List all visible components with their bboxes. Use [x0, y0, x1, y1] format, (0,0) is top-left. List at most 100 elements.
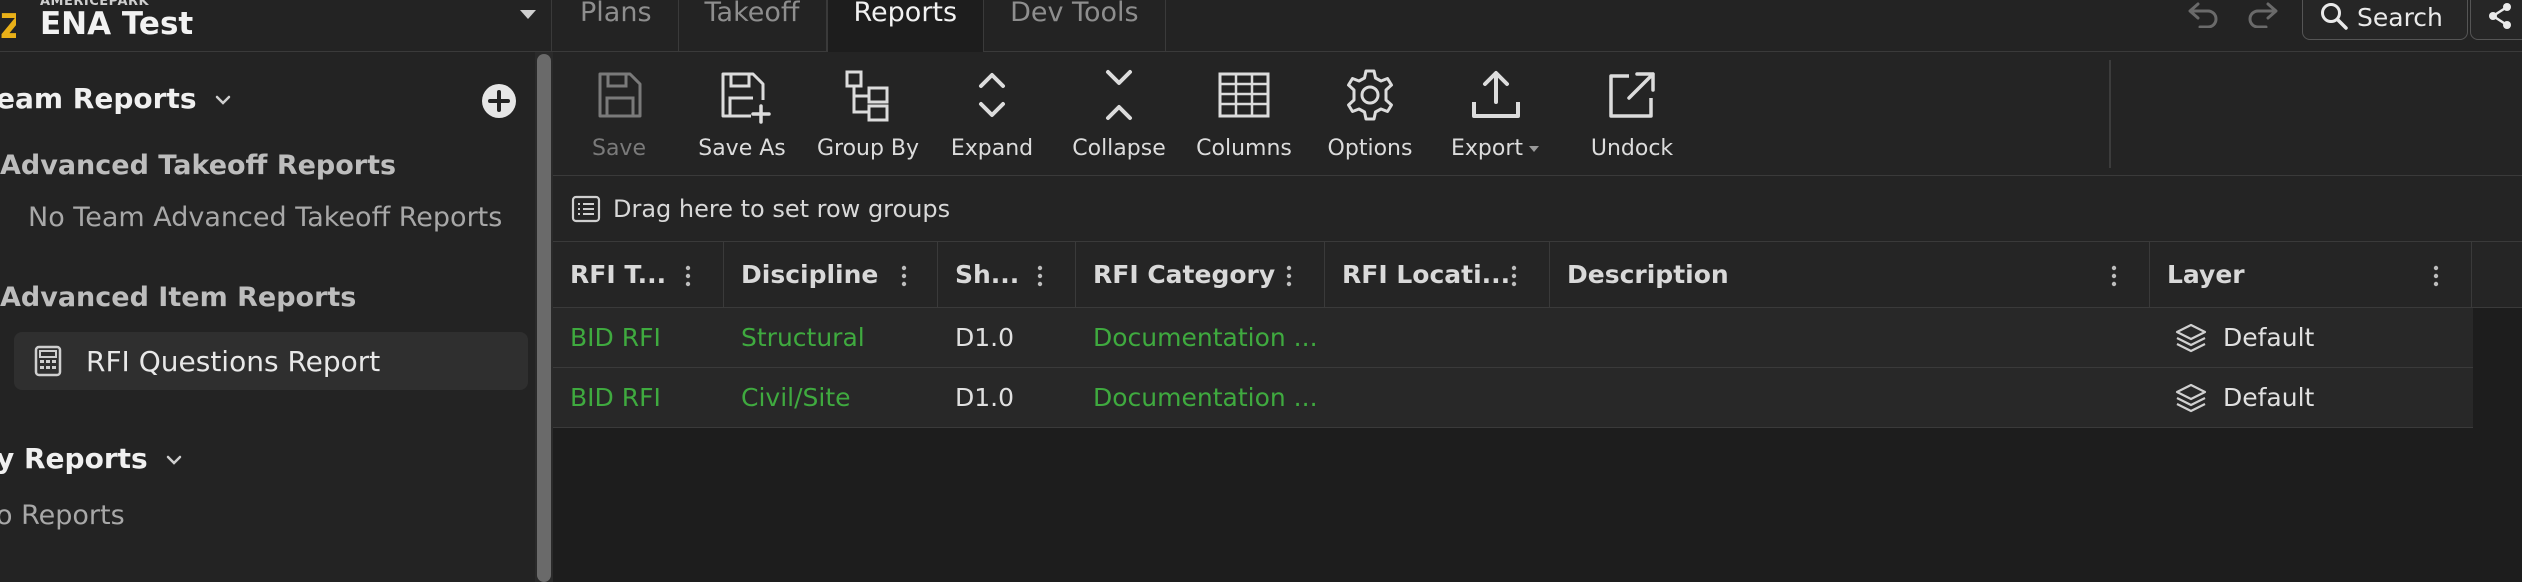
column-menu-icon[interactable] [684, 264, 692, 288]
options-button[interactable]: Options [1315, 66, 1425, 170]
row-group-hint: Drag here to set row groups [613, 195, 951, 223]
adv-takeoff-reports-title: Advanced Takeoff Reports [0, 150, 397, 181]
cell-rfi-location [1342, 368, 1542, 428]
team-reports-header[interactable]: eam Reports [0, 82, 232, 115]
group-by-label: Group By [816, 136, 920, 161]
calculator-icon [34, 345, 62, 377]
group-by-icon [845, 70, 889, 122]
scrollbar-thumb[interactable] [537, 54, 551, 582]
undock-label: Undock [1590, 136, 1674, 161]
column-menu-icon[interactable] [900, 264, 908, 288]
export-label: Export [1441, 136, 1551, 161]
columns-button[interactable]: Columns [1189, 66, 1299, 170]
row-group-dropzone[interactable]: Drag here to set row groups [553, 176, 2522, 242]
column-menu-icon[interactable] [2110, 264, 2118, 288]
reports-sidebar: eam Reports Advanced Takeoff Reports No … [0, 52, 535, 582]
my-reports-empty-text: o Reports [0, 500, 125, 531]
cell-description [1567, 368, 2137, 428]
cell-sheet: D1.0 [955, 323, 1015, 352]
save-icon [598, 72, 642, 118]
columns-icon [1218, 72, 1270, 118]
cell-description [1567, 308, 2137, 368]
layers-icon [2175, 383, 2207, 413]
sidebar-scrollbar[interactable] [535, 52, 553, 582]
chevron-down-icon [167, 455, 182, 465]
team-reports-title: eam Reports [0, 82, 197, 115]
column-header-description[interactable]: Description [1550, 242, 2150, 308]
cell-discipline[interactable]: Structural [741, 308, 931, 368]
my-reports-header[interactable]: y Reports [0, 442, 183, 475]
caret-down-icon [1529, 146, 1539, 152]
column-menu-icon[interactable] [1510, 264, 1518, 288]
columns-label: Columns [1196, 136, 1292, 161]
collapse-button[interactable]: Collapse [1063, 66, 1175, 170]
options-label: Options [1327, 136, 1413, 161]
chevron-down-icon [216, 95, 231, 105]
report-toolbar: Save Save As Group By Expand Collapse Co… [553, 52, 2522, 176]
tab-takeoff[interactable]: Takeoff [679, 0, 827, 52]
project-name: ENA Test [40, 6, 194, 42]
external-link-icon [1609, 72, 1655, 118]
export-button[interactable]: Export [1441, 66, 1551, 170]
expand-button[interactable]: Expand [943, 66, 1041, 170]
table-row[interactable]: BID RFI Civil/Site D1.0 Documentation ..… [553, 368, 2473, 428]
toolbar-divider [2109, 60, 2111, 168]
collapse-icon [1106, 70, 1132, 120]
group-by-button[interactable]: Group By [811, 66, 925, 170]
my-reports-title: y Reports [0, 442, 148, 475]
column-header-rfi-category[interactable]: RFI Category [1076, 242, 1325, 308]
column-header-layer[interactable]: Layer [2150, 242, 2472, 308]
search-icon [2321, 3, 2348, 30]
gear-icon [1347, 69, 1393, 121]
undo-icon[interactable] [2186, 0, 2222, 28]
search-button[interactable]: Search [2302, 0, 2468, 40]
cell-layer: Default [2223, 323, 2315, 352]
column-header-rfi-type[interactable]: RFI T... [553, 242, 724, 308]
list-icon [571, 195, 601, 223]
add-report-icon[interactable] [480, 82, 518, 120]
cell-sheet: D1.0 [955, 383, 1015, 412]
column-menu-icon[interactable] [1285, 264, 1293, 288]
undock-button[interactable]: Undock [1577, 66, 1687, 170]
grid-header: RFI T... Discipline Sh... RFI Category R… [553, 242, 2522, 308]
save-button[interactable]: Save [571, 66, 667, 170]
column-menu-icon[interactable] [2432, 264, 2440, 288]
cell-layer: Default [2223, 383, 2315, 412]
redo-icon[interactable] [2244, 0, 2280, 28]
save-as-icon [721, 72, 771, 124]
column-header-sheet[interactable]: Sh... [938, 242, 1076, 308]
column-header-discipline[interactable]: Discipline [724, 242, 938, 308]
cell-rfi-location [1342, 308, 1542, 368]
table-row[interactable]: BID RFI Structural D1.0 Documentation ..… [553, 308, 2473, 368]
tab-plans[interactable]: Plans [554, 0, 679, 52]
collapse-label: Collapse [1072, 136, 1166, 161]
expand-icon [979, 73, 1005, 117]
sidebar-item-label: RFI Questions Report [86, 345, 381, 378]
tab-reports[interactable]: Reports [826, 0, 985, 52]
app-logo: Z [0, 8, 16, 46]
sidebar-item-rfi-questions-report[interactable]: RFI Questions Report [14, 332, 528, 390]
cell-rfi-type[interactable]: BID RFI [570, 308, 720, 368]
main-tabs: Plans Takeoff Reports Dev Tools [554, 0, 1166, 52]
save-label: Save [591, 136, 646, 161]
layers-icon [2175, 323, 2207, 353]
column-menu-icon[interactable] [1036, 264, 1044, 288]
adv-takeoff-empty-text: No Team Advanced Takeoff Reports [28, 202, 503, 233]
cell-rfi-category[interactable]: Documentation ... [1093, 308, 1323, 368]
chevron-down-icon[interactable] [516, 4, 540, 24]
save-as-label: Save As [698, 136, 786, 161]
top-bar: Z AMERICEPARK ENA Test Plans Takeoff Rep… [0, 0, 2522, 52]
expand-label: Expand [950, 136, 1034, 161]
save-as-button[interactable]: Save As [687, 66, 797, 170]
project-switcher[interactable]: Z AMERICEPARK ENA Test [0, 0, 552, 52]
cell-rfi-category[interactable]: Documentation ... [1093, 368, 1323, 428]
column-header-rfi-location[interactable]: RFI Locati... [1325, 242, 1550, 308]
tab-dev-tools[interactable]: Dev Tools [984, 0, 1166, 52]
adv-item-reports-title: Advanced Item Reports [0, 282, 357, 313]
share-button[interactable] [2470, 0, 2522, 40]
upload-icon [1472, 71, 1520, 118]
cell-discipline[interactable]: Civil/Site [741, 368, 931, 428]
search-label: Search [2357, 3, 2443, 32]
share-icon [2489, 3, 2511, 29]
cell-rfi-type[interactable]: BID RFI [570, 368, 720, 428]
